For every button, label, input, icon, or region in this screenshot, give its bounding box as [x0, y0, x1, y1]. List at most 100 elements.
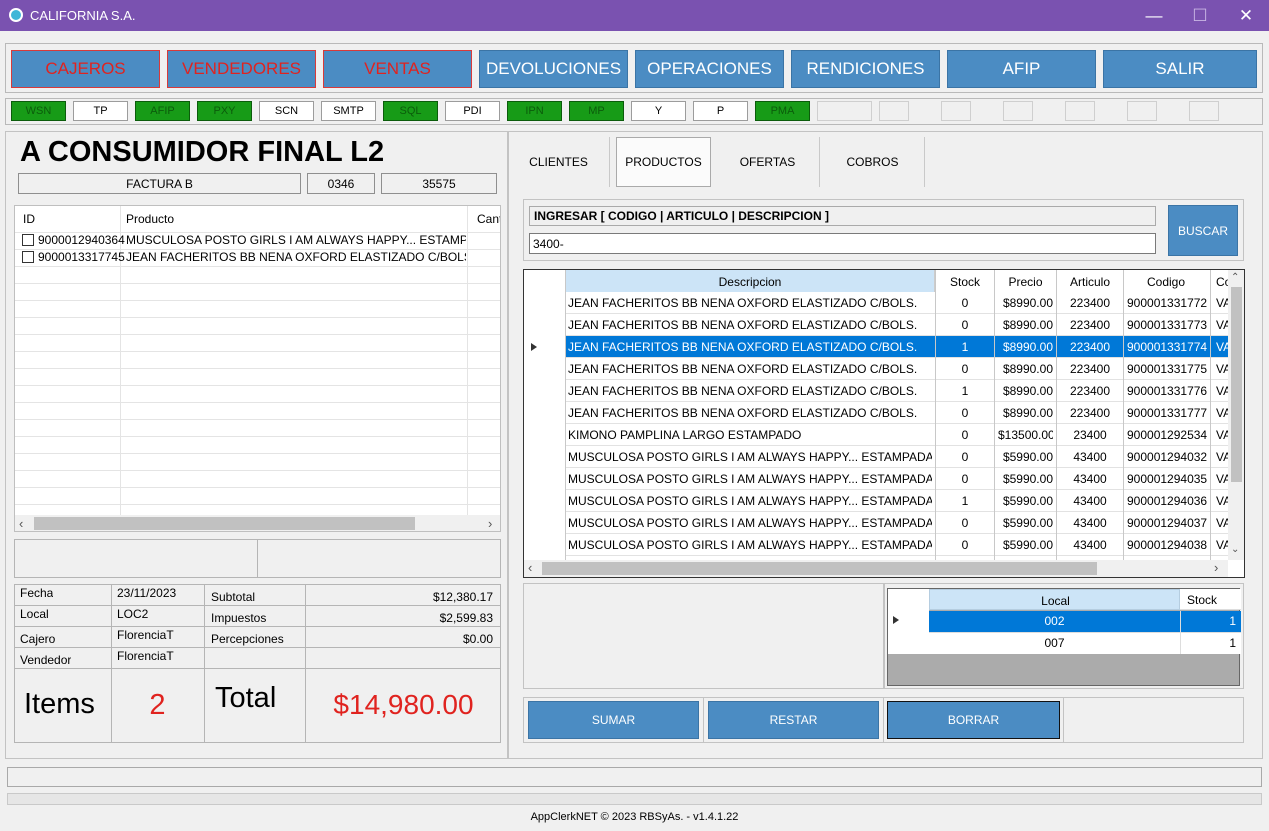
minimize-button[interactable]: — [1131, 0, 1177, 31]
status-p: P [693, 101, 748, 121]
borrar-button[interactable]: BORRAR [887, 701, 1060, 739]
header-precio[interactable]: Precio [995, 275, 1056, 289]
grid-line [15, 317, 500, 318]
stock-row-local: 002 [1044, 614, 1065, 628]
product-cell-art: 23400 [1073, 428, 1107, 442]
product-cell-co: VA [1216, 340, 1228, 354]
product-cell-co: VA [1216, 384, 1228, 398]
percepciones-label: Percepciones [211, 632, 284, 646]
product-cell-art: 223400 [1069, 362, 1111, 376]
menu-operaciones-button[interactable]: OPERACIONES [635, 50, 784, 88]
product-cell-desc: MUSCULOSA POSTO GIRLS I AM ALWAYS HAPPY.… [568, 472, 932, 486]
chevron-right-icon[interactable]: › [1214, 560, 1218, 575]
product-cell-stock: 0 [961, 296, 969, 310]
local-value: LOC2 [117, 607, 149, 621]
menu-salir-button[interactable]: SALIR [1103, 50, 1257, 88]
scroll-thumb[interactable] [542, 562, 1097, 575]
search-input[interactable]: 3400- [529, 233, 1156, 254]
divider [1063, 697, 1064, 743]
header-articulo[interactable]: Articulo [1057, 275, 1123, 289]
menu-vendedores-button[interactable]: VENDEDORES [167, 50, 316, 88]
products-grid[interactable]: Descripcion Stock Precio Articulo Codigo… [523, 269, 1245, 578]
stock-header-local[interactable]: Local [929, 589, 1180, 610]
restar-button[interactable]: RESTAR [708, 701, 879, 739]
product-cell-code: 9000012940388 [1127, 538, 1207, 552]
chevron-left-icon[interactable]: ‹ [528, 560, 532, 575]
impuestos-value: $2,599.83 [439, 611, 493, 625]
grid-line [994, 270, 995, 560]
product-cell-stock: 0 [961, 362, 969, 376]
tab-clientes[interactable]: CLIENTES [508, 137, 610, 187]
product-cell-price: $5990.00 [1002, 472, 1053, 486]
product-cell-co: VA [1216, 472, 1228, 486]
products-hscrollbar[interactable]: ‹ › [524, 560, 1228, 577]
status-pma: PMA [755, 101, 810, 121]
product-cell-art: 223400 [1069, 384, 1111, 398]
menu-ventas-button[interactable]: VENTAS [323, 50, 472, 88]
product-cell-stock: 1 [961, 384, 969, 398]
product-cell-art: 43400 [1073, 472, 1107, 486]
cart-header-qty[interactable]: Cant [477, 212, 500, 226]
items-count: 2 [149, 689, 166, 721]
menu-rendiciones-button[interactable]: RENDICIONES [791, 50, 940, 88]
menu-devoluciones-button[interactable]: DEVOLUCIONES [479, 50, 628, 88]
grid-line [15, 470, 500, 471]
cart-row-checkbox[interactable] [22, 234, 34, 246]
scroll-thumb[interactable] [1231, 287, 1242, 482]
product-cell-co: VA [1216, 494, 1228, 508]
cart-header-id[interactable]: ID [23, 212, 35, 226]
header-co[interactable]: Co [1216, 275, 1228, 289]
header-stock[interactable]: Stock [936, 275, 994, 289]
header-codigo[interactable]: Codigo [1124, 275, 1208, 289]
divider [257, 539, 258, 578]
cart-grid[interactable]: ID Producto Cant 9000012940364 MUSCULOSA… [14, 205, 501, 532]
maximize-button[interactable]: ☐ [1177, 0, 1223, 31]
stock-header-stock[interactable]: Stock [1180, 589, 1241, 610]
close-button[interactable]: ✕ [1223, 0, 1269, 31]
grid-line [1210, 270, 1211, 560]
grid-line [565, 270, 566, 560]
grid-line [15, 504, 500, 505]
chevron-down-icon[interactable]: ⌄ [1231, 544, 1239, 555]
tab-cobros[interactable]: COBROS [821, 137, 925, 187]
fecha-label: Fecha [20, 586, 54, 600]
stock-row-stock: 1 [1229, 636, 1236, 650]
chevron-left-icon[interactable]: ‹ [19, 516, 23, 531]
cart-hscrollbar[interactable]: ‹ › [15, 515, 500, 531]
product-cell-art: 223400 [1069, 406, 1111, 420]
tab-ofertas[interactable]: OFERTAS [716, 137, 820, 187]
title-bar [0, 0, 1269, 31]
tab-productos[interactable]: PRODUCTOS [616, 137, 711, 187]
product-cell-art: 223400 [1069, 296, 1111, 310]
scroll-thumb[interactable] [34, 517, 415, 530]
product-cell-co: VA [1216, 516, 1228, 530]
cart-row-checkbox[interactable] [22, 251, 34, 263]
product-cell-stock: 0 [961, 406, 969, 420]
menu-cajeros-button[interactable]: CAJEROS [11, 50, 160, 88]
window-title: CALIFORNIA S.A. [30, 8, 136, 23]
header-descripcion[interactable]: Descripcion [565, 275, 935, 289]
product-cell-stock: 0 [961, 450, 969, 464]
divider [14, 605, 501, 606]
menu-afip-button[interactable]: AFIP [947, 50, 1096, 88]
grid-line [15, 419, 500, 420]
buscar-button[interactable]: BUSCAR [1168, 205, 1238, 256]
chevron-right-icon[interactable]: › [488, 516, 492, 531]
chevron-up-icon[interactable]: ⌃ [1231, 272, 1239, 283]
point-of-sale: 0346 [307, 173, 375, 194]
product-cell-desc: JEAN FACHERITOS BB NENA OXFORD ELASTIZAD… [568, 296, 918, 310]
sumar-button[interactable]: SUMAR [528, 701, 699, 739]
status-y: Y [631, 101, 686, 121]
subtotal-label: Subtotal [211, 590, 256, 604]
products-vscrollbar[interactable]: ⌃ ⌄ [1228, 270, 1244, 560]
grid-line [15, 368, 500, 369]
cart-header-product[interactable]: Producto [126, 212, 174, 226]
fecha-value: 23/11/2023 [117, 586, 177, 600]
stock-grid[interactable]: Local Stock 002 1 007 1 [887, 588, 1241, 686]
status-pxy: PXY [197, 101, 252, 121]
stock-header-stock-label: Stock [1187, 593, 1218, 607]
status-slot [879, 101, 909, 121]
cart-row-id: 9000013317745 [38, 250, 125, 264]
product-cell-price: $13500.00 [998, 428, 1053, 442]
product-cell-art: 223400 [1069, 318, 1111, 332]
